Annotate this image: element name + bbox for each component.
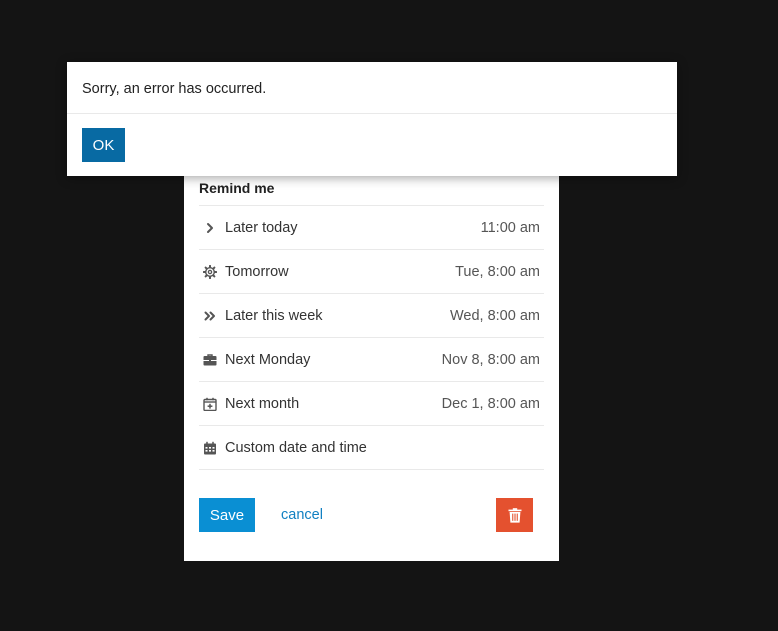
error-message: Sorry, an error has occurred. [82, 81, 267, 97]
remind-me-title: Remind me [199, 180, 275, 196]
error-dialog-divider [67, 113, 677, 114]
briefcase-icon [203, 353, 217, 367]
option-label: Next Monday [225, 351, 311, 368]
option-next-monday[interactable]: Next Monday Nov 8, 8:00 am [199, 338, 544, 382]
trash-icon [508, 507, 522, 523]
delete-button[interactable] [496, 498, 533, 532]
calendar-icon [203, 441, 217, 455]
gear-icon [203, 264, 217, 279]
calendar-plus-icon [203, 397, 217, 411]
option-label: Later this week [225, 307, 323, 324]
option-time: Tue, 8:00 am [455, 263, 540, 280]
reminder-modal: Remind me Later today 11:00 am Tomorrow … [184, 150, 559, 561]
error-dialog: Sorry, an error has occurred. OK [67, 62, 677, 176]
chevron-right-icon [203, 221, 217, 235]
option-label: Next month [225, 395, 300, 412]
option-custom-date-time[interactable]: Custom date and time [199, 426, 544, 470]
option-time: 11:00 am [480, 219, 540, 236]
option-label: Custom date and time [225, 439, 367, 456]
reminder-options-list: Later today 11:00 am Tomorrow Tue, 8:00 … [199, 205, 544, 470]
option-later-this-week[interactable]: Later this week Wed, 8:00 am [199, 294, 544, 338]
option-label: Later today [225, 219, 298, 236]
option-tomorrow[interactable]: Tomorrow Tue, 8:00 am [199, 250, 544, 294]
option-time: Dec 1, 8:00 am [441, 395, 540, 412]
option-time: Wed, 8:00 am [449, 307, 540, 324]
ok-button[interactable]: OK [82, 128, 125, 162]
double-chevron-right-icon [203, 309, 217, 323]
option-later-today[interactable]: Later today 11:00 am [199, 206, 544, 250]
save-button[interactable]: Save [199, 498, 255, 532]
option-next-month[interactable]: Next month Dec 1, 8:00 am [199, 382, 544, 426]
cancel-link[interactable]: cancel [281, 507, 323, 523]
option-time: Nov 8, 8:00 am [441, 351, 540, 368]
option-label: Tomorrow [225, 263, 289, 280]
